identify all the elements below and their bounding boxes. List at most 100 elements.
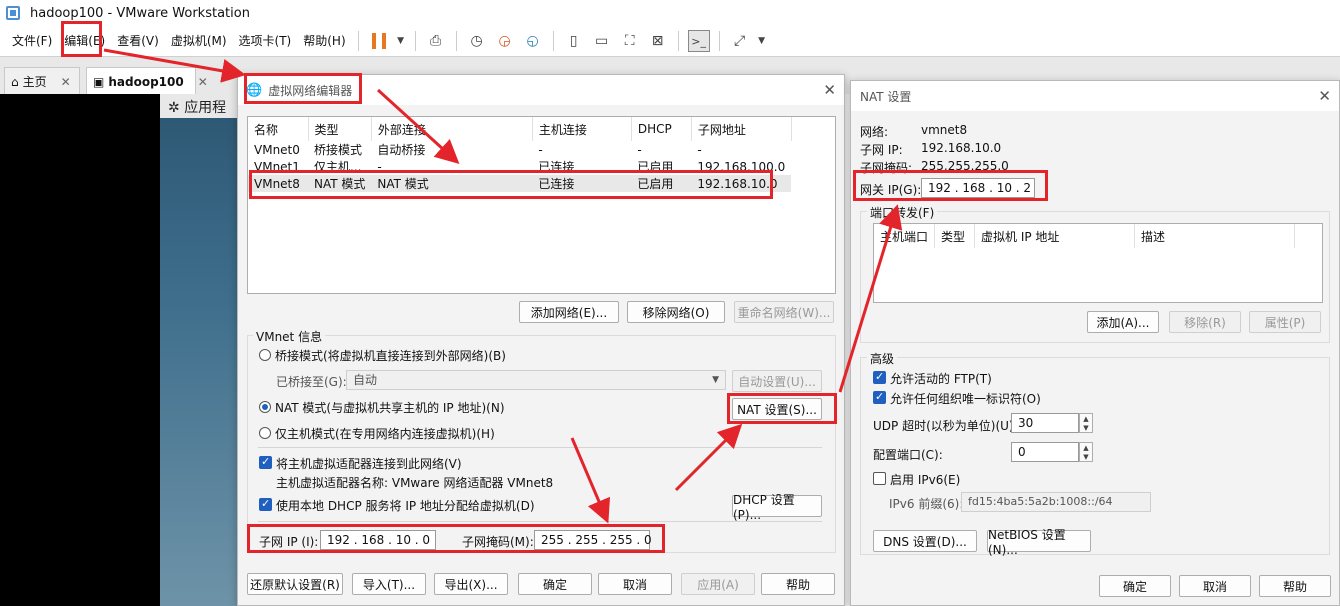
pause-icon[interactable]	[368, 30, 390, 52]
snapshot-icon[interactable]: ◷	[466, 30, 488, 52]
connect-adapter-label[interactable]: 将主机虚拟适配器连接到此网络(V)	[276, 455, 462, 472]
network-table-header: 名称 类型 外部连接 主机连接 DHCP 子网地址	[248, 117, 792, 141]
export-button[interactable]: 导出(X)...	[434, 573, 508, 595]
netbios-settings-button[interactable]: NetBIOS 设置(N)...	[987, 528, 1091, 557]
menu-help[interactable]: 帮助(H)	[297, 30, 351, 52]
snapshot-manager-icon[interactable]: ◵	[522, 30, 544, 52]
network-list[interactable]: 名称 类型 外部连接 主机连接 DHCP 子网地址 VMnet0 桥接模式 自动…	[247, 116, 836, 294]
import-button[interactable]: 导入(T)...	[352, 573, 426, 595]
dns-settings-button[interactable]: DNS 设置(D)...	[873, 530, 977, 552]
column-header[interactable]: 类型	[934, 224, 976, 248]
send-keys-icon[interactable]: ⎙	[425, 30, 447, 52]
enable-ipv6-label[interactable]: 启用 IPv6(E)	[890, 471, 960, 488]
network-label: 网络:	[860, 125, 889, 139]
restore-defaults-button[interactable]: 还原默认设置(R)	[247, 573, 343, 595]
menu-vm[interactable]: 虚拟机(M)	[165, 30, 233, 52]
bridged-mode-label[interactable]: 桥接模式(将虚拟机直接连接到外部网络)(B)	[275, 347, 506, 364]
column-header[interactable]: 主机端口	[874, 224, 936, 248]
vm-display[interactable]: ✲ 应用程	[160, 94, 240, 606]
table-row[interactable]: VMnet0 桥接模式 自动桥接 - - -	[248, 141, 791, 158]
config-port-spinner[interactable]: ▲ ▼	[1079, 442, 1093, 462]
chevron-up-icon: ▲	[1083, 414, 1089, 423]
remove-port-button[interactable]: 移除(R)	[1169, 311, 1241, 333]
cell: 桥接模式	[314, 143, 363, 157]
adapter-name-text: 主机虚拟适配器名称: VMware 网络适配器 VMnet8	[276, 476, 554, 490]
config-port-input[interactable]: 0	[1011, 442, 1079, 462]
column-header[interactable]: 主机连接	[532, 117, 632, 141]
chevron-down-icon[interactable]: ▼	[757, 30, 767, 52]
chevron-up-icon: ▲	[1083, 443, 1089, 452]
use-dhcp-label[interactable]: 使用本地 DHCP 服务将 IP 地址分配给虚拟机(D)	[276, 497, 535, 514]
menu-bar: 文件(F) 编辑(E) 查看(V) 虚拟机(M) 选项卡(T) 帮助(H) ▼ …	[0, 26, 1340, 56]
highlight-vmnet8-row	[249, 170, 773, 199]
chevron-down-icon[interactable]: ▼	[396, 30, 406, 52]
cancel-button[interactable]: 取消	[1179, 575, 1251, 597]
cancel-button[interactable]: 取消	[598, 573, 672, 595]
menu-view[interactable]: 查看(V)	[111, 30, 165, 52]
dhcp-settings-button[interactable]: DHCP 设置(P)...	[732, 493, 822, 522]
guest-apps-menu[interactable]: ✲ 应用程	[160, 94, 240, 118]
close-icon[interactable]: ✕	[823, 81, 836, 99]
column-header[interactable]: 描述	[1134, 224, 1296, 248]
unity-icon[interactable]: ⊠	[647, 30, 669, 52]
connect-adapter-checkbox[interactable]	[259, 455, 272, 469]
full-screen-icon[interactable]: ⛶	[619, 30, 641, 52]
allow-ftp-checkbox[interactable]	[873, 370, 886, 384]
column-header[interactable]: 虚拟机 IP 地址	[974, 224, 1136, 248]
close-icon[interactable]: ✕	[1318, 87, 1331, 105]
ok-button[interactable]: 确定	[518, 573, 592, 595]
host-only-radio[interactable]	[259, 427, 271, 439]
console-icon[interactable]: >_	[687, 30, 710, 52]
chevron-down-icon: ▼	[1083, 452, 1089, 461]
subnet-ip-value: 192.168.10.0	[921, 141, 1002, 155]
close-icon[interactable]: ✕	[61, 75, 71, 89]
close-icon[interactable]: ✕	[198, 75, 208, 89]
add-port-button[interactable]: 添加(A)...	[1087, 311, 1159, 333]
rename-network-button[interactable]: 重命名网络(W)...	[734, 301, 834, 323]
host-only-label[interactable]: 仅主机模式(在专用网络内连接虚拟机)(H)	[275, 425, 495, 442]
allow-oui-checkbox[interactable]	[873, 390, 886, 404]
guest-apps-label: 应用程	[184, 100, 227, 116]
column-header[interactable]: 子网地址	[691, 117, 792, 141]
table-header: 主机端口 类型 虚拟机 IP 地址 描述	[874, 224, 1296, 248]
port-forwarding-list[interactable]: 主机端口 类型 虚拟机 IP 地址 描述	[873, 223, 1323, 303]
allow-ftp-label[interactable]: 允许活动的 FTP(T)	[890, 370, 992, 387]
toolbar-separator	[414, 31, 416, 51]
cell: 自动桥接	[377, 143, 426, 157]
tab-hadoop100[interactable]: ▣ hadoop100 ✕	[86, 67, 208, 95]
port-properties-button[interactable]: 属性(P)	[1249, 311, 1321, 333]
udp-timeout-spinner[interactable]: ▲ ▼	[1079, 413, 1093, 433]
thumbnail-bar-icon[interactable]: ▭	[591, 30, 613, 52]
revert-snapshot-icon[interactable]: ◶	[494, 30, 516, 52]
apply-button[interactable]: 应用(A)	[681, 573, 755, 595]
toolbar-separator	[552, 31, 554, 51]
menu-tabs[interactable]: 选项卡(T)	[233, 30, 298, 52]
nat-mode-label[interactable]: NAT 模式(与虚拟机共享主机的 IP 地址)(N)	[275, 399, 505, 416]
sidebar-toggle-icon[interactable]: ▯	[563, 30, 585, 52]
nat-radio[interactable]	[259, 401, 271, 413]
allow-oui-label[interactable]: 允许任何组织唯一标识符(O)	[890, 390, 1041, 407]
bridged-to-select[interactable]: 自动 ▼	[346, 370, 726, 390]
column-header[interactable]: DHCP	[631, 117, 692, 141]
column-header[interactable]: 名称	[248, 117, 309, 141]
add-network-button[interactable]: 添加网络(E)...	[519, 301, 619, 323]
divider	[258, 521, 822, 522]
help-button[interactable]: 帮助	[1259, 575, 1331, 597]
ipv6-prefix-input[interactable]: fd15:4ba5:5a2b:1008::/64	[961, 492, 1151, 512]
cell: -	[697, 142, 702, 157]
ok-button[interactable]: 确定	[1099, 575, 1171, 597]
udp-timeout-input[interactable]: 30	[1011, 413, 1079, 433]
column-header[interactable]: 类型	[308, 117, 372, 141]
column-header[interactable]: 外部连接	[371, 117, 533, 141]
bridged-radio[interactable]	[259, 349, 271, 361]
auto-settings-button[interactable]: 自动设置(U)...	[732, 370, 822, 392]
menu-file[interactable]: 文件(F)	[6, 30, 58, 52]
use-dhcp-checkbox[interactable]	[259, 497, 272, 511]
remove-network-button[interactable]: 移除网络(O)	[627, 301, 725, 323]
enable-ipv6-checkbox[interactable]	[873, 472, 886, 485]
tab-home[interactable]: ⌂ 主页 ✕	[4, 67, 80, 95]
toolbar-separator	[718, 31, 720, 51]
stretch-icon[interactable]: ⤢	[729, 30, 751, 52]
help-button[interactable]: 帮助	[761, 573, 835, 595]
vmware-logo-icon	[6, 6, 20, 20]
